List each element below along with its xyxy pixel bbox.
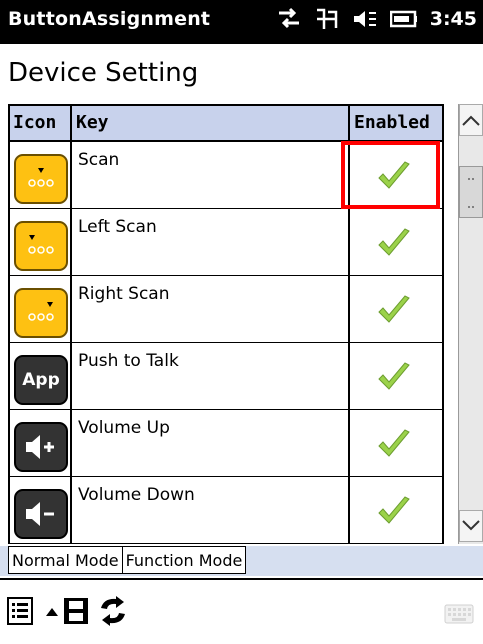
- check-icon[interactable]: [376, 361, 412, 393]
- title-bar: ButtonAssignment 3:45: [0, 0, 483, 44]
- arrow-up-icon[interactable]: [44, 596, 60, 626]
- key-label: Scan: [78, 150, 120, 170]
- vertical-scrollbar[interactable]: [458, 104, 483, 544]
- scroll-down-button[interactable]: [459, 510, 483, 542]
- table-row[interactable]: Volume Up: [10, 410, 444, 477]
- app-icon-label: App: [22, 370, 60, 390]
- scan-icon: [14, 154, 68, 204]
- key-label: Right Scan: [78, 284, 170, 304]
- check-icon[interactable]: [376, 227, 412, 259]
- table-header: Icon Key Enabled: [10, 106, 444, 142]
- app-title: ButtonAssignment: [8, 8, 211, 30]
- table-row[interactable]: Left Scan: [10, 209, 444, 276]
- right-scan-icon: [14, 288, 68, 338]
- refresh-icon[interactable]: [96, 596, 130, 626]
- scroll-up-button[interactable]: [459, 104, 483, 136]
- table-row[interactable]: Scan: [10, 142, 444, 209]
- check-icon[interactable]: [376, 160, 412, 192]
- tab-normal-mode[interactable]: Normal Mode: [8, 546, 123, 574]
- button-table: Icon Key Enabled Scan Left Scan Right Sc…: [8, 104, 444, 544]
- battery-icon[interactable]: [389, 7, 418, 31]
- app-icon: App: [14, 355, 68, 405]
- table-row[interactable]: App Push to Talk: [10, 343, 444, 410]
- volume-down-icon: [14, 489, 68, 539]
- check-icon[interactable]: [376, 495, 412, 527]
- key-label: Push to Talk: [78, 351, 179, 371]
- volume-up-icon: [14, 422, 68, 472]
- key-label: Left Scan: [78, 217, 157, 237]
- data-transfer-icon: [278, 7, 299, 29]
- header-enabled[interactable]: Enabled: [354, 106, 430, 140]
- keyboard-icon[interactable]: [444, 604, 474, 624]
- header-key[interactable]: Key: [76, 106, 109, 140]
- table-row[interactable]: Right Scan: [10, 276, 444, 343]
- menu-bar: [0, 580, 483, 644]
- header-icon[interactable]: Icon: [13, 106, 56, 140]
- page-title: Device Setting: [8, 58, 199, 88]
- clock[interactable]: 3:45: [430, 8, 477, 30]
- page-header: Device Setting: [0, 44, 483, 102]
- key-label: Volume Down: [78, 485, 195, 505]
- check-icon[interactable]: [376, 294, 412, 326]
- left-scan-icon: [14, 221, 68, 271]
- tab-function-mode[interactable]: Function Mode: [122, 546, 247, 574]
- signal-off-icon: [316, 8, 337, 29]
- check-icon[interactable]: [376, 428, 412, 460]
- save-icon[interactable]: [62, 596, 90, 626]
- scroll-thumb[interactable]: [459, 166, 483, 218]
- status-area: 3:45: [276, 7, 477, 31]
- key-label: Volume Up: [78, 418, 170, 438]
- mode-tabs: Normal Mode Function Mode: [8, 546, 247, 576]
- table-row[interactable]: Volume Down: [10, 477, 444, 544]
- menu-list-icon[interactable]: [6, 596, 34, 626]
- speaker-icon[interactable]: [352, 7, 378, 31]
